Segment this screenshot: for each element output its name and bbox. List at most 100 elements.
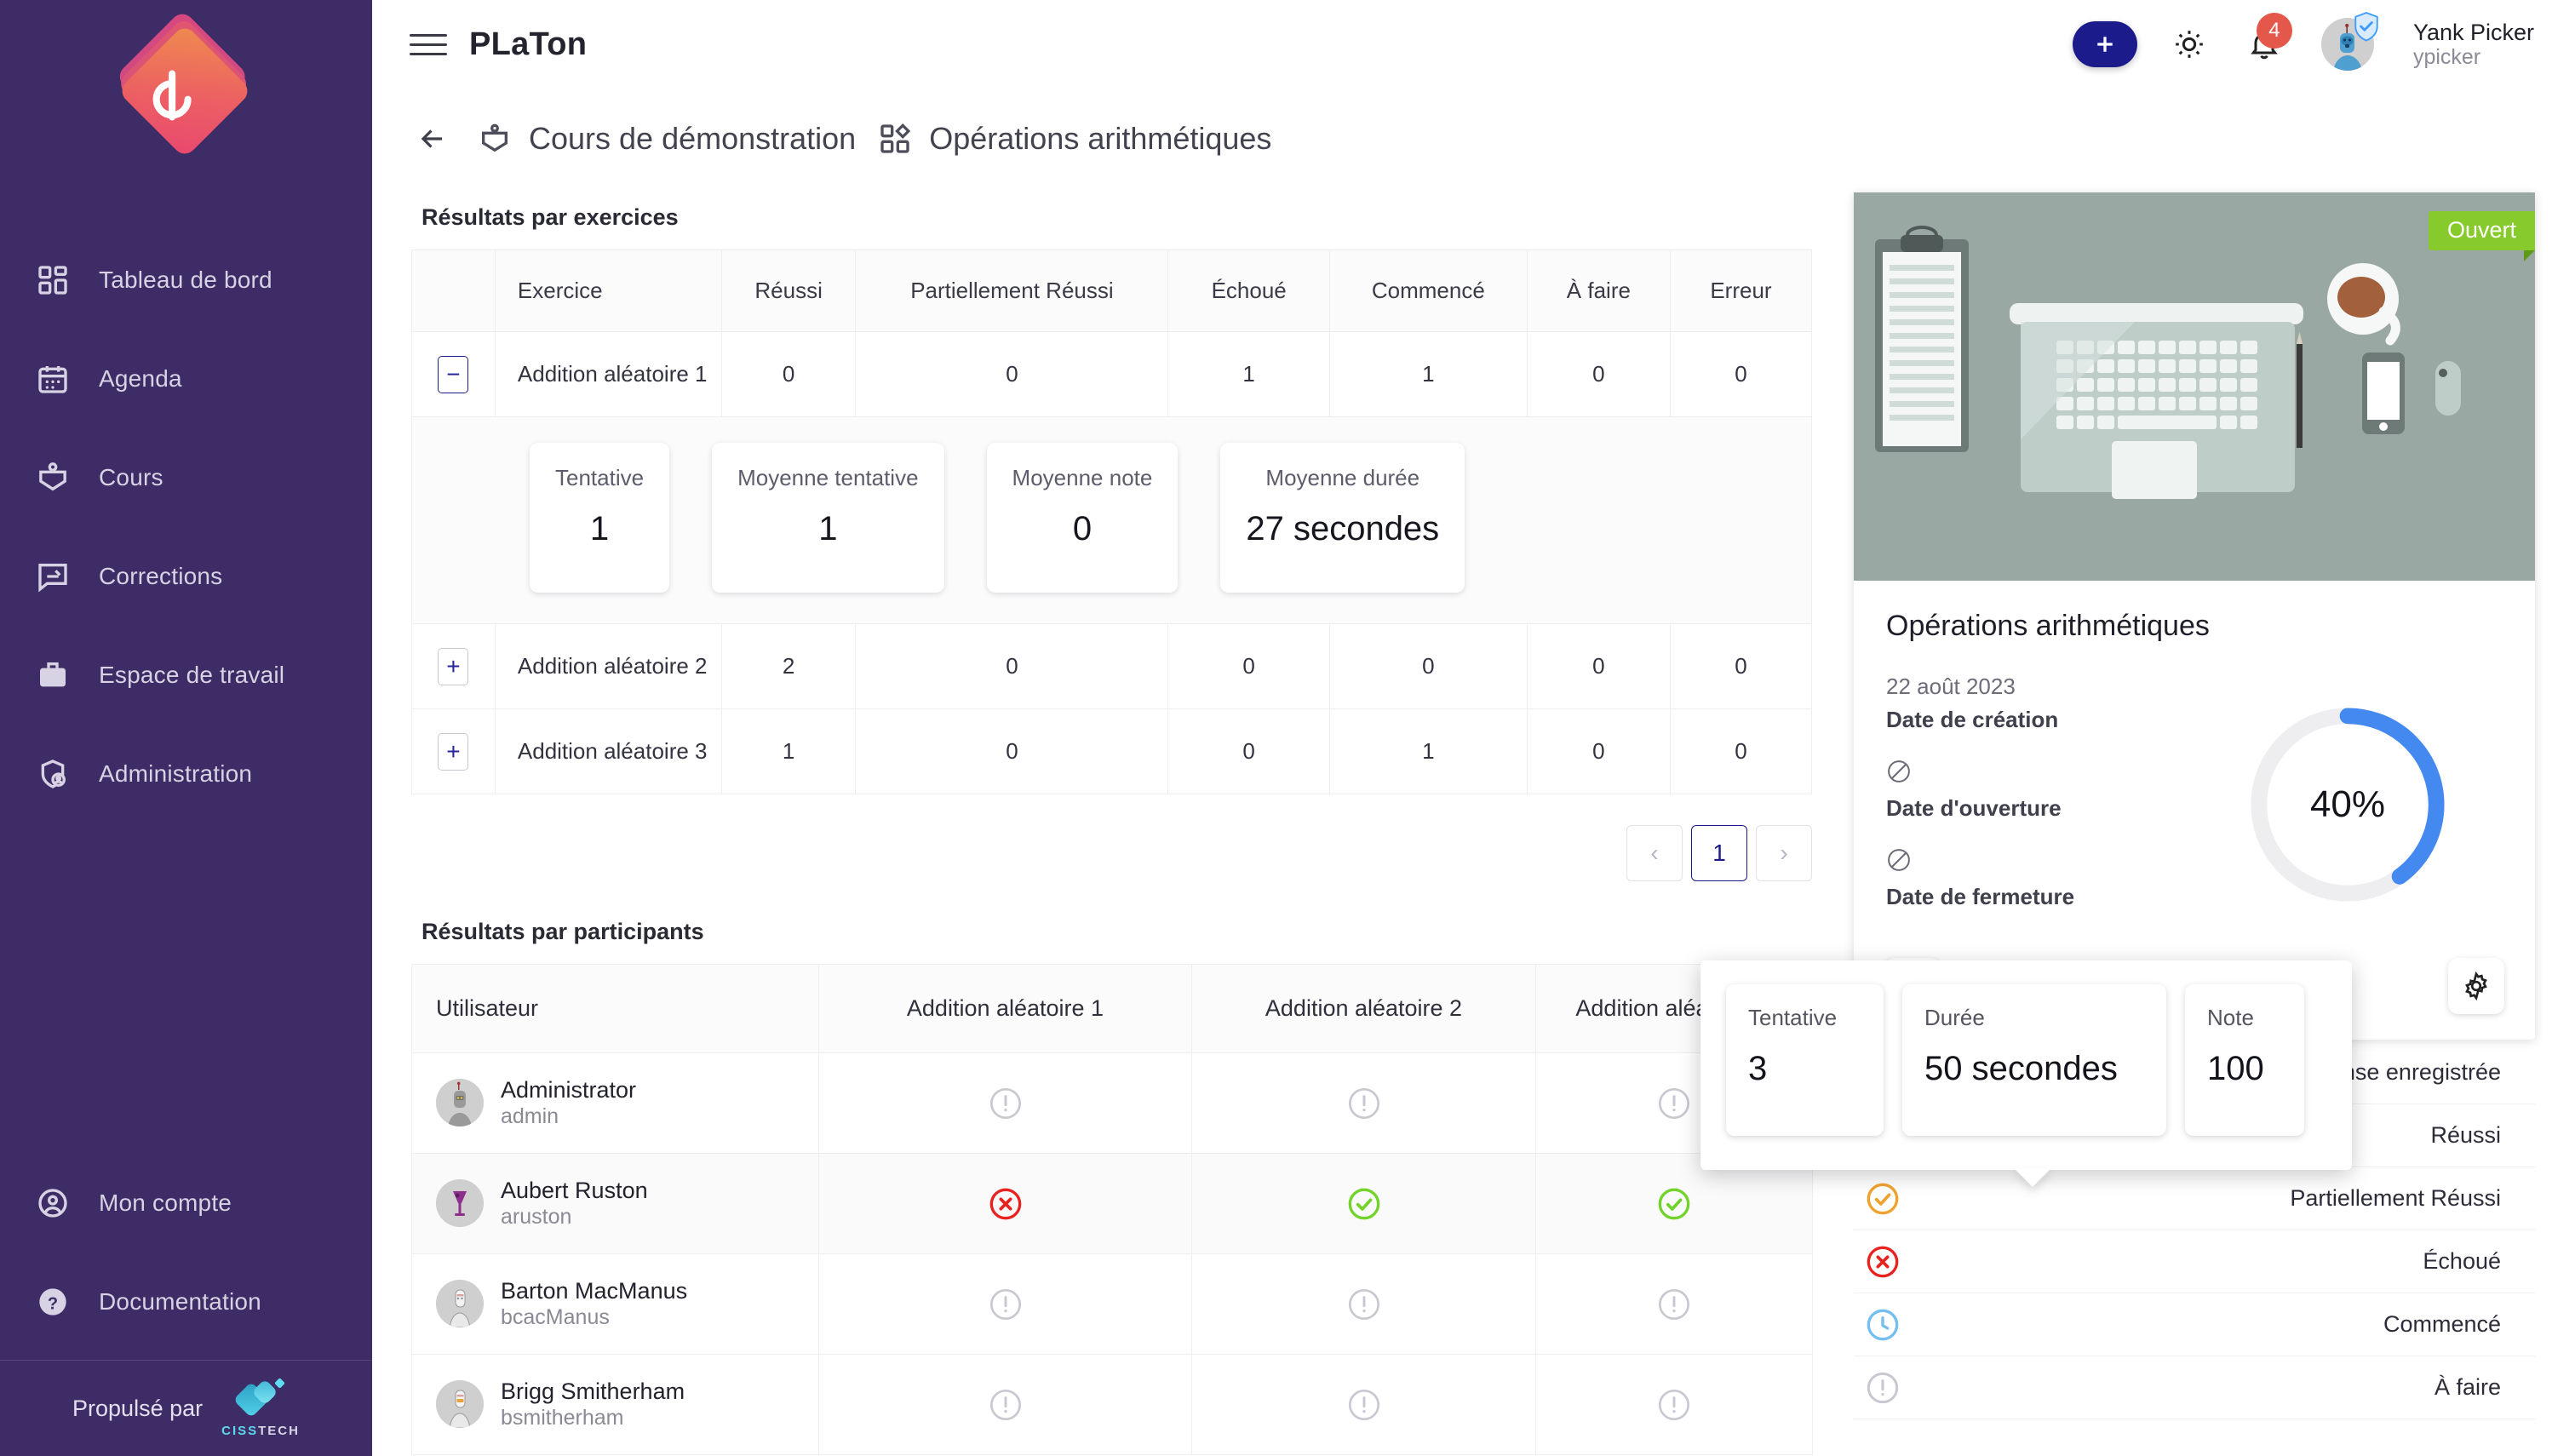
sidebar-item-espace-de-travail[interactable]: Espace de travail: [0, 626, 372, 725]
todo-status-icon: [1348, 1288, 1379, 1320]
content: Résultats par exercices Exercice Réussi …: [372, 174, 2575, 1455]
popover-label: Tentative: [1748, 1005, 1838, 1030]
column-header-ex2: Addition aléatoire 2: [1191, 964, 1536, 1053]
legend-label: Commencé: [2383, 1311, 2501, 1337]
pagination-next-button[interactable]: ›: [1756, 825, 1812, 881]
table-row[interactable]: Brigg Smitherham bsmitherham: [411, 1354, 1813, 1455]
started-status-icon: [1867, 1309, 1899, 1340]
column-header: Erreur: [1669, 249, 1813, 332]
avatar[interactable]: [2320, 12, 2378, 71]
svg-text:?: ?: [48, 1294, 58, 1313]
desk-illustration: [1854, 192, 2535, 581]
sidebar-item-cours[interactable]: Cours: [0, 428, 372, 527]
column-header: Échoué: [1167, 249, 1330, 332]
status-cell[interactable]: [818, 1153, 1192, 1254]
status-cell[interactable]: [1535, 1354, 1813, 1455]
sidebar-item-label: Cours: [99, 464, 163, 490]
success-status-icon: [1658, 1188, 1690, 1219]
success-status-icon: [1348, 1188, 1379, 1219]
pagination-prev-button[interactable]: ‹: [1626, 825, 1683, 881]
stat-card: Tentative 1: [530, 443, 670, 593]
popover-card-duree: Durée 50 secondes: [1902, 984, 2166, 1136]
todo-status-icon: [1659, 1389, 1689, 1420]
table-row[interactable]: Barton MacManus bcacManus: [411, 1253, 1813, 1355]
exercise-name: Addition aléatoire 3: [494, 708, 722, 794]
user-cell: Barton MacManus bcacManus: [411, 1253, 819, 1355]
pagination-page-1[interactable]: 1: [1691, 825, 1747, 881]
cell-commence: 1: [1328, 708, 1528, 794]
status-cell[interactable]: [1535, 1253, 1813, 1355]
gear-icon[interactable]: [2448, 958, 2504, 1014]
sidebar-item-corrections[interactable]: Corrections: [0, 527, 372, 626]
expander-cell[interactable]: +: [411, 623, 496, 709]
theme-toggle-button[interactable]: [2166, 21, 2212, 67]
expander-cell[interactable]: −: [411, 331, 496, 417]
status-cell[interactable]: [1191, 1253, 1536, 1355]
cell-reussi: 0: [720, 331, 857, 417]
sidebar-item-tableau-de-bord[interactable]: Tableau de bord: [0, 231, 372, 330]
todo-status-icon: [1348, 1389, 1379, 1420]
table-row[interactable]: Administrator admin: [411, 1052, 1813, 1154]
popover-label: Note: [2207, 1005, 2254, 1030]
status-cell[interactable]: [1191, 1052, 1536, 1154]
table-row[interactable]: + Addition aléatoire 3 1 0 0 1 0 0: [411, 708, 1813, 794]
status-cell[interactable]: [1191, 1153, 1536, 1254]
powered-by: Propulsé par CISSTECH: [0, 1361, 372, 1456]
sidebar-item-mon-compte[interactable]: Mon compte: [0, 1154, 372, 1253]
participant-login: aruston: [501, 1204, 572, 1229]
progress-donut: 40%: [2193, 674, 2503, 936]
participant-login: bsmitherham: [501, 1405, 624, 1430]
cell-a-faire: 0: [1526, 708, 1671, 794]
progress-percent-text: 40%: [2309, 783, 2386, 825]
app-title: PLaTon: [469, 26, 588, 62]
status-cell[interactable]: [818, 1354, 1192, 1455]
exercise-name: Addition aléatoire 2: [494, 623, 722, 709]
sidebar-item-documentation[interactable]: ? Documentation: [0, 1253, 372, 1351]
sidebar-item-administration[interactable]: Administration: [0, 725, 372, 823]
avatar: [436, 1280, 484, 1328]
menu-toggle-icon[interactable]: [410, 26, 447, 63]
participant-login: admin: [501, 1103, 559, 1128]
cisstech-logo: CISSTECH: [221, 1377, 300, 1438]
expander-cell[interactable]: +: [411, 708, 496, 794]
notifications-button[interactable]: 4: [2241, 13, 2292, 67]
user-cell: Brigg Smitherham bsmitherham: [411, 1354, 819, 1455]
status-cell[interactable]: [1191, 1354, 1536, 1455]
powered-by-label: Propulsé par: [72, 1395, 204, 1421]
arrow-left-icon: [421, 129, 443, 148]
column-header: À faire: [1526, 249, 1671, 332]
user-info[interactable]: Yank Picker ypicker: [2413, 20, 2534, 69]
app-logo[interactable]: [0, 0, 372, 192]
popover-card-note: Note 100: [2185, 984, 2304, 1136]
close-date-label: Date de fermeture: [1886, 884, 2075, 909]
avatar: [436, 1380, 484, 1429]
shield-user-icon: [26, 757, 80, 791]
status-cell[interactable]: [818, 1253, 1192, 1355]
dashboard-icon: [26, 263, 80, 297]
breadcrumb-course[interactable]: Cours de démonstration: [529, 121, 856, 157]
back-button[interactable]: [410, 116, 456, 162]
todo-status-icon: [1348, 1087, 1379, 1119]
stat-value: 1: [589, 510, 610, 547]
status-cell[interactable]: [818, 1052, 1192, 1154]
breadcrumb-activity[interactable]: Opérations arithmétiques: [929, 121, 1271, 157]
user-login: ypicker: [2412, 45, 2481, 70]
attempt-tooltip-popover: Tentative 3 Durée 50 secondes Note 100: [1700, 960, 2352, 1187]
edit-comment-icon: [26, 559, 80, 593]
account-circle-icon: [26, 1186, 80, 1220]
top-bar-actions: 4 Yank Picker ypicker: [2072, 12, 2534, 71]
expanded-stats-cell: Tentative 1 Moyenne tentative 1 Moyenne …: [411, 416, 1812, 624]
sidebar-item-agenda[interactable]: Agenda: [0, 330, 372, 428]
expand-row-button[interactable]: +: [438, 732, 469, 771]
expand-row-button[interactable]: +: [438, 647, 469, 685]
avatar: [436, 1079, 484, 1127]
table-row[interactable]: − Addition aléatoire 1 0 0 1 1 0 0: [411, 331, 1813, 417]
collapse-row-button[interactable]: −: [438, 355, 469, 393]
add-button[interactable]: [2072, 21, 2137, 67]
expanded-stats-row: Tentative 1 Moyenne tentative 1 Moyenne …: [411, 416, 1812, 624]
stat-value: 0: [1072, 510, 1093, 547]
table-row[interactable]: + Addition aléatoire 2 2 0 0 0 0 0: [411, 623, 1813, 709]
table-row[interactable]: Aubert Ruston aruston: [411, 1153, 1813, 1254]
popover-value: 50 secondes: [1924, 1050, 2118, 1087]
briefcase-icon: [26, 658, 80, 692]
